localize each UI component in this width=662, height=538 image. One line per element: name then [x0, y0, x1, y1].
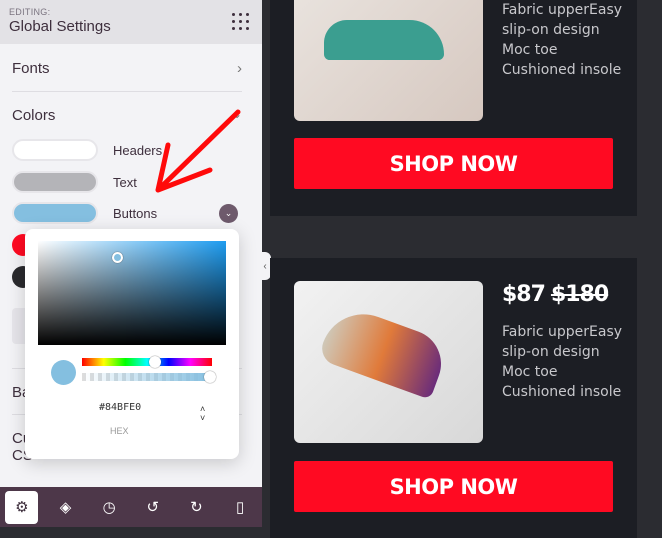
product-card: Fabric upperEasy slip-on design Moc toe …	[270, 0, 637, 216]
swatch-label: Buttons	[113, 206, 158, 221]
hex-input[interactable]: #84BFE0	[99, 402, 141, 413]
format-label: HEX	[110, 426, 129, 436]
saturation-handle[interactable]	[112, 252, 123, 263]
format-toggle-icon[interactable]: ˄ ˅	[200, 405, 205, 423]
feature: slip-on design	[502, 22, 600, 38]
hue-handle[interactable]	[149, 356, 161, 368]
panel-title: Global Settings	[9, 18, 111, 35]
shop-now-button[interactable]: SHOP NOW	[294, 461, 613, 512]
swatch-buttons[interactable]	[12, 202, 98, 224]
editing-label: EDITING:	[9, 7, 51, 17]
feature: Fabric upperEasy	[502, 2, 623, 18]
swatch-text[interactable]	[12, 171, 98, 193]
shoe-shape	[324, 20, 444, 60]
shop-now-button[interactable]: SHOP NOW	[294, 138, 613, 189]
hue-slider[interactable]	[82, 356, 212, 368]
feature: Cushioned insole	[502, 384, 622, 400]
colors-label: Colors	[12, 107, 56, 124]
grid-menu-icon[interactable]	[232, 13, 250, 31]
expand-chevron-icon[interactable]: ⌄	[219, 204, 238, 223]
alpha-slider[interactable]	[82, 371, 216, 383]
mobile-preview-icon[interactable]: ▯	[224, 491, 257, 524]
feature: Moc toe	[502, 42, 558, 58]
alpha-handle[interactable]	[204, 371, 216, 383]
chevron-right-icon: ›	[237, 60, 242, 77]
swatch-label: Text	[113, 175, 137, 190]
fonts-label: Fonts	[12, 60, 50, 77]
product-card: $87 $180 Fabric upperEasy slip-on design …	[270, 258, 637, 538]
product-image	[294, 281, 483, 443]
saturation-area[interactable]	[38, 241, 226, 345]
feature: slip-on design	[502, 344, 600, 360]
current-price: $87	[502, 282, 546, 307]
section-fonts[interactable]: Fonts ›	[12, 60, 242, 77]
feature: Fabric upperEasy	[502, 324, 623, 340]
product-features: Fabric upperEasy slip-on design Moc toe …	[502, 0, 622, 80]
feature: Cushioned insole	[502, 62, 622, 78]
redo-icon[interactable]: ↻	[180, 491, 213, 524]
red-arrow-annotation	[155, 109, 241, 193]
layers-icon[interactable]: ◈	[49, 491, 82, 524]
product-image	[294, 0, 483, 121]
settings-gear-icon[interactable]: ⚙	[5, 490, 39, 524]
color-picker-popover: #84BFE0 HEX ˄ ˅	[25, 229, 239, 459]
undo-icon[interactable]: ↺	[136, 491, 169, 524]
color-preview	[51, 360, 76, 385]
feature: Moc toe	[502, 364, 558, 380]
price: $87 $180	[502, 282, 609, 307]
shoe-shape	[317, 302, 451, 400]
panel-header: EDITING: Global Settings	[0, 0, 262, 44]
bottom-toolbar: ⚙ ◈ ◷ ↺ ↻ ▯	[0, 487, 262, 527]
history-icon[interactable]: ◷	[93, 491, 126, 524]
old-price: $180	[550, 282, 609, 307]
divider	[12, 91, 242, 92]
global-settings-panel: EDITING: Global Settings Fonts › Colors ⌄ …	[0, 0, 262, 527]
swatch-headers[interactable]	[12, 139, 98, 161]
product-features: Fabric upperEasy slip-on design Moc toe …	[502, 322, 622, 402]
